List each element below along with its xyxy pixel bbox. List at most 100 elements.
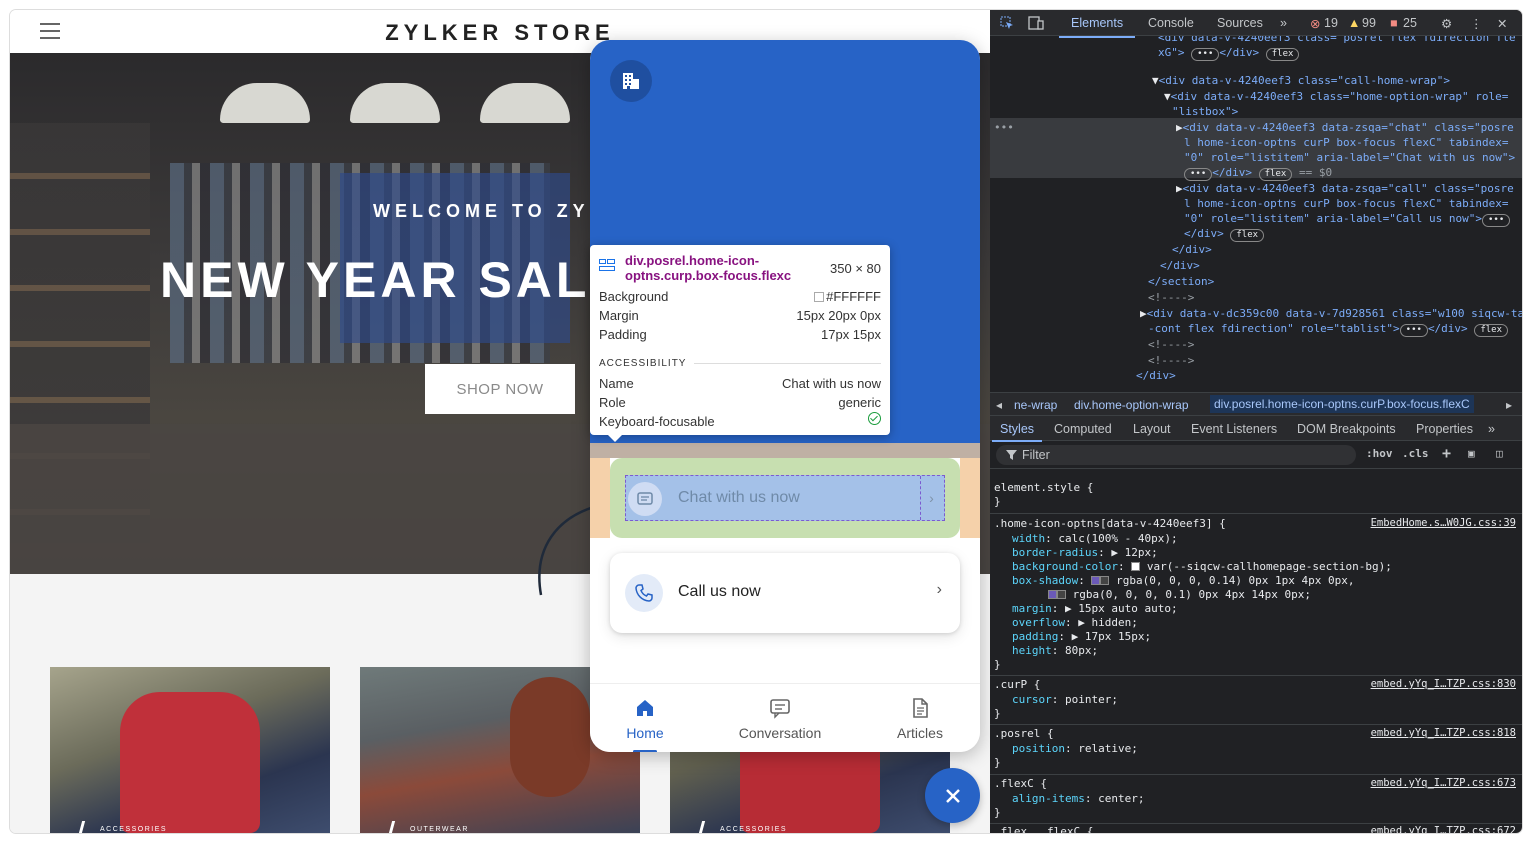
dom-line[interactable]: <!----> xyxy=(1148,337,1194,352)
dom-line[interactable]: </div> xyxy=(1428,322,1468,335)
color-swatch[interactable] xyxy=(1057,590,1066,599)
filter-input[interactable]: Filter xyxy=(996,445,1356,465)
css-value[interactable]: calc(100% - 40px); xyxy=(1058,532,1177,545)
breadcrumb-item-active[interactable]: div.posrel.home-icon-optns.curP.box-focu… xyxy=(1210,395,1474,413)
tab-elements[interactable]: Elements xyxy=(1058,16,1136,38)
close-widget-button[interactable] xyxy=(925,768,980,823)
dom-line[interactable]: <div data-v-4240eef3 class="home-option-… xyxy=(1171,90,1509,103)
dom-line[interactable]: <!----> xyxy=(1148,353,1194,368)
flex-badge[interactable]: flex xyxy=(1230,229,1265,242)
node-ellipsis[interactable]: ••• xyxy=(994,120,1014,135)
tab-sources[interactable]: Sources xyxy=(1217,16,1263,30)
issues-icon: ■ xyxy=(1390,16,1398,30)
dom-line[interactable]: </section> xyxy=(1148,274,1214,289)
ellipsis-badge[interactable]: ••• xyxy=(1191,48,1220,61)
inspect-element-icon[interactable] xyxy=(1000,16,1014,30)
tab-event-listeners[interactable]: Event Listeners xyxy=(1191,422,1277,436)
css-source-link[interactable]: embed.yYq_I…TZP.css:672 xyxy=(1371,825,1516,833)
ellipsis-badge[interactable]: ••• xyxy=(1482,214,1511,227)
css-value[interactable]: relative; xyxy=(1078,742,1138,755)
sidebar-toggle-icon[interactable]: ◫ xyxy=(1496,447,1503,460)
css-source-link[interactable]: embed.yYq_I…TZP.css:818 xyxy=(1371,727,1516,739)
breadcrumb-scroll-right-icon[interactable]: ▸ xyxy=(1506,398,1512,412)
dom-line[interactable]: <div data-v-4240eef3 class="posrel flex … xyxy=(1158,36,1516,45)
css-value[interactable]: 80px; xyxy=(1065,644,1098,657)
shadow-editor-icon[interactable] xyxy=(1048,590,1057,599)
flex-badge[interactable]: flex xyxy=(1265,48,1300,61)
dom-line[interactable]: <!----> xyxy=(1148,290,1194,305)
css-source-link[interactable]: embed.yYq_I…TZP.css:673 xyxy=(1371,777,1516,789)
css-selector[interactable]: .flex, .flexC { xyxy=(994,825,1093,833)
cls-toggle[interactable]: .cls xyxy=(1402,447,1429,460)
add-rule-icon[interactable]: + xyxy=(1442,444,1451,462)
dom-line[interactable]: xG"> xyxy=(1158,46,1185,59)
dom-line[interactable]: <div data-v-4240eef3 class="call-home-wr… xyxy=(1159,74,1450,87)
margin-overlay xyxy=(590,443,980,458)
breadcrumb-item[interactable]: div.home-option-wrap xyxy=(1074,398,1189,412)
device-toggle-icon[interactable] xyxy=(1028,16,1044,30)
css-selector[interactable]: .home-icon-optns[data-v-4240eef3] { xyxy=(994,517,1226,531)
flex-badge[interactable]: flex xyxy=(1474,324,1508,337)
tab-console[interactable]: Console xyxy=(1148,16,1194,30)
css-selector[interactable]: .curP { xyxy=(994,678,1040,692)
kebab-menu-icon[interactable]: ⋮ xyxy=(1470,16,1483,31)
tab-computed[interactable]: Computed xyxy=(1054,422,1112,436)
hov-toggle[interactable]: :hov xyxy=(1366,447,1393,460)
css-value[interactable]: ▶ hidden; xyxy=(1078,616,1138,629)
close-icon[interactable]: ✕ xyxy=(1497,16,1507,31)
css-source-link[interactable]: embed.yYq_I…TZP.css:830 xyxy=(1371,678,1516,690)
tab-dom-breakpoints[interactable]: DOM Breakpoints xyxy=(1297,422,1396,436)
css-value[interactable]: ▶ 12px; xyxy=(1111,546,1157,559)
css-selector[interactable]: .posrel { xyxy=(994,727,1054,741)
dom-line[interactable]: </div> xyxy=(1184,227,1224,240)
css-value[interactable]: var(--siqcw-callhomepage-section-bg); xyxy=(1147,560,1392,573)
dom-line[interactable]: -cont flex fdirection" role="tablist"> xyxy=(1148,322,1400,335)
dom-line[interactable]: "listbox"> xyxy=(1172,104,1238,119)
color-swatch[interactable] xyxy=(1131,562,1141,571)
chat-with-us-option[interactable]: Chat with us now › xyxy=(625,475,945,521)
css-value[interactable]: rgba(0, 0, 0, 0.1) 0px 4px 14px 0px; xyxy=(1073,588,1311,601)
css-source-link[interactable]: EmbedHome.s…W0JG.css:39 xyxy=(1371,517,1516,529)
dom-line[interactable]: </div> xyxy=(1172,242,1212,257)
tab-layout[interactable]: Layout xyxy=(1133,422,1171,436)
tab-articles[interactable]: Articles xyxy=(855,684,980,752)
ellipsis-badge[interactable]: ••• xyxy=(1399,324,1428,337)
more-tabs-icon[interactable]: » xyxy=(1488,422,1495,436)
shop-now-button[interactable]: SHOP NOW xyxy=(425,364,575,414)
css-value[interactable]: ▶ 17px 15px; xyxy=(1072,630,1151,643)
dom-line[interactable]: "0" role="listitem" aria-label="Call us … xyxy=(1184,212,1482,225)
dom-line[interactable]: <div data-v-4240eef3 data-zsqa="chat" cl… xyxy=(1183,121,1514,134)
css-value[interactable]: pointer; xyxy=(1065,693,1118,706)
tab-properties[interactable]: Properties xyxy=(1416,422,1473,436)
dom-line[interactable]: l home-icon-optns curP box-focus flexC" … xyxy=(1184,196,1509,211)
dom-line[interactable]: l home-icon-optns curP box-focus flexC" … xyxy=(1184,135,1509,150)
ellipsis-badge[interactable]: ••• xyxy=(1184,168,1213,181)
paint-icon[interactable]: ▣ xyxy=(1468,447,1475,460)
more-tabs-icon[interactable]: » xyxy=(1280,16,1287,30)
dom-line[interactable]: "0" role="listitem" aria-label="Chat wit… xyxy=(1184,150,1515,165)
css-selector[interactable]: .flexC { xyxy=(994,777,1047,791)
flex-badge[interactable]: flex xyxy=(1258,168,1293,181)
tab-home[interactable]: Home xyxy=(590,684,710,752)
css-value[interactable]: center; xyxy=(1098,792,1144,805)
css-value[interactable]: ▶ 15px auto auto; xyxy=(1065,602,1178,615)
breadcrumb-scroll-left-icon[interactable]: ◂ xyxy=(996,398,1002,412)
shadow-editor-icon[interactable] xyxy=(1091,576,1101,585)
dom-line[interactable]: <div data-v-4240eef3 data-zsqa="call" cl… xyxy=(1183,182,1514,195)
call-us-option[interactable]: Call us now › xyxy=(610,553,960,633)
dom-line[interactable]: </div> xyxy=(1212,166,1252,179)
tab-conversation[interactable]: Conversation xyxy=(715,684,845,752)
breadcrumb-item[interactable]: ne-wrap xyxy=(1014,398,1057,412)
gear-icon[interactable]: ⚙ xyxy=(1441,16,1452,31)
issues-count[interactable]: 25 xyxy=(1403,16,1417,30)
warning-count[interactable]: 99 xyxy=(1362,16,1376,30)
dom-line[interactable]: <div data-v-dc359c00 data-v-7d928561 cla… xyxy=(1147,307,1522,320)
dom-line[interactable]: </div> xyxy=(1160,258,1200,273)
css-value[interactable]: rgba(0, 0, 0, 0.14) 0px 1px 4px 0px, xyxy=(1116,574,1354,587)
tab-styles[interactable]: Styles xyxy=(991,422,1043,442)
product-card[interactable]: ACCESSORIES xyxy=(50,667,330,833)
error-count[interactable]: 19 xyxy=(1324,16,1338,30)
dom-line[interactable]: </div> xyxy=(1136,368,1176,383)
css-selector[interactable]: element.style { xyxy=(994,481,1093,495)
color-swatch[interactable] xyxy=(1100,576,1110,585)
